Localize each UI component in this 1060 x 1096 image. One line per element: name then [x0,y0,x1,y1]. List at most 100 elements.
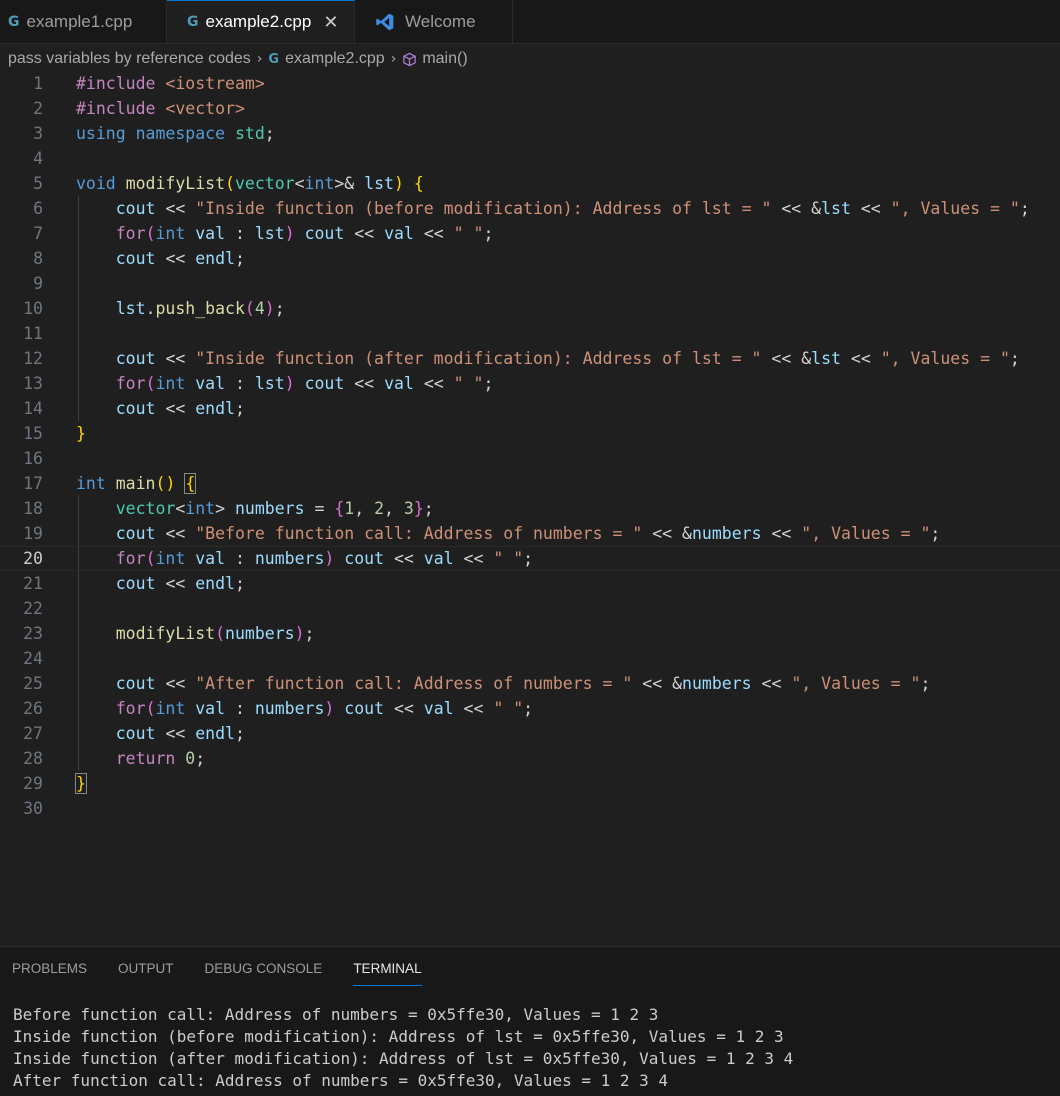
code-line[interactable]: 30 [0,796,1060,821]
code-text: cout << "Before function call: Address o… [115,524,941,543]
terminal-line: Inside function (before modification): A… [13,1027,784,1046]
code-text: void modifyList(vector<int>& lst) { [76,174,424,193]
code-line[interactable]: 9 [0,271,1060,296]
code-line[interactable]: 12 cout << "Inside function (after modif… [0,346,1060,371]
code-line[interactable]: 17 int main() { [0,471,1060,496]
line-number: 18 [23,499,43,518]
code-text: for(int val : lst) cout << val << " "; [115,224,494,243]
code-text: cout << endl; [115,249,245,268]
code-line[interactable]: 15} [0,421,1060,446]
code-line[interactable]: 24 [0,646,1060,671]
breadcrumb-file[interactable]: example2.cpp [285,50,385,68]
code-text: return 0; [115,749,206,768]
code-text: cout << "Inside function (after modifica… [115,349,1020,368]
line-number: 22 [23,599,43,618]
code-text: for(int val : numbers) cout << val << " … [115,699,534,718]
code-text: for(int val : lst) cout << val << " "; [115,374,494,393]
code-text: #include <iostream> [76,74,265,93]
code-line[interactable]: 28 return 0; [0,746,1060,771]
code-text: vector<int> numbers = {1, 2, 3}; [115,499,434,518]
tab-output[interactable]: OUTPUT [118,961,174,985]
line-number: 26 [23,699,43,718]
line-number: 21 [23,574,43,593]
breadcrumb-folder[interactable]: pass variables by reference codes [8,50,251,68]
code-text: #include <vector> [76,99,245,118]
line-number: 10 [23,299,43,318]
line-number: 4 [33,149,43,168]
terminal-line: Before function call: Address of numbers… [13,1005,659,1024]
code-line[interactable]: 5 void modifyList(vector<int>& lst) { [0,171,1060,196]
line-number: 30 [23,799,43,818]
tab-example2-cpp[interactable]: G example2.cpp ✕ [167,0,355,43]
code-text: int main() { [76,473,197,494]
close-icon[interactable]: ✕ [323,12,338,33]
line-number: 19 [23,524,43,543]
code-text: using namespace std; [76,124,275,143]
line-number: 3 [33,124,43,143]
code-line[interactable]: 29} [0,771,1060,796]
code-line[interactable]: 1 #include <iostream> [0,71,1060,96]
line-number: 8 [33,249,43,268]
editor-tab-bar: G example1.cpp G example2.cpp ✕ Welcome [0,0,1060,44]
panel-tabs: PROBLEMS OUTPUT DEBUG CONSOLE TERMINAL [12,961,453,986]
line-number: 27 [23,724,43,743]
tab-label: Welcome [405,11,476,31]
chevron-right-icon: › [256,51,263,67]
line-number: 12 [23,349,43,368]
tab-welcome[interactable]: Welcome [355,0,513,43]
code-line[interactable]: 23 modifyList(numbers); [0,621,1060,646]
code-line[interactable]: 18 vector<int> numbers = {1, 2, 3}; [0,496,1060,521]
line-number: 25 [23,674,43,693]
terminal-line: Inside function (after modification): Ad… [13,1049,794,1068]
code-line[interactable]: 20 for(int val : numbers) cout << val <<… [0,546,1060,571]
line-number: 1 [33,74,43,93]
code-line[interactable]: 22 [0,596,1060,621]
line-number: 11 [23,324,43,343]
line-number: 9 [33,274,43,293]
line-number: 28 [23,749,43,768]
code-line[interactable]: 13 for(int val : lst) cout << val << " "… [0,371,1060,396]
code-line[interactable]: 6 cout << "Inside function (before modif… [0,196,1060,221]
breadcrumb-symbol[interactable]: main() [422,50,467,68]
code-line[interactable]: 10 lst.push_back(4); [0,296,1060,321]
line-number: 20 [23,549,43,568]
chevron-right-icon: › [390,51,397,67]
c++-file-icon: G [8,13,20,30]
tab-terminal[interactable]: TERMINAL [353,961,422,986]
code-line[interactable]: 11 [0,321,1060,346]
line-number: 7 [33,224,43,243]
line-number: 2 [33,99,43,118]
method-cube-icon [403,52,417,66]
code-text: lst.push_back(4); [115,299,285,318]
code-line[interactable]: 8 cout << endl; [0,246,1060,271]
line-number: 16 [23,449,43,468]
code-line[interactable]: 14 cout << endl; [0,396,1060,421]
line-number: 6 [33,199,43,218]
code-editor[interactable]: 1 #include <iostream> 2 #include <vector> 3 u… [0,71,1060,946]
code-line[interactable]: 2 #include <vector> [0,96,1060,121]
code-line[interactable]: 3 using namespace std; [0,121,1060,146]
code-line[interactable]: 7 for(int val : lst) cout << val << " "; [0,221,1060,246]
code-line[interactable]: 21 cout << endl; [0,571,1060,596]
line-number: 5 [33,174,43,193]
code-text: for(int val : numbers) cout << val << " … [115,549,534,568]
line-number: 24 [23,649,43,668]
code-line[interactable]: 19 cout << "Before function call: Addres… [0,521,1060,546]
line-number: 23 [23,624,43,643]
breadcrumb: pass variables by reference codes › G ex… [0,46,468,72]
terminal-output[interactable]: Before function call: Address of numbers… [13,1004,793,1092]
tab-example1-cpp[interactable]: G example1.cpp [0,0,167,43]
code-text: } [75,773,87,794]
code-line[interactable]: 16 [0,446,1060,471]
code-line[interactable]: 26 for(int val : numbers) cout << val <<… [0,696,1060,721]
code-line[interactable]: 4 [0,146,1060,171]
code-line[interactable]: 25 cout << "After function call: Address… [0,671,1060,696]
code-text: cout << "After function call: Address of… [115,674,931,693]
tab-label: example2.cpp [205,12,312,31]
line-number: 17 [23,474,43,493]
bottom-panel: PROBLEMS OUTPUT DEBUG CONSOLE TERMINAL B… [0,946,1060,1096]
code-line[interactable]: 27 cout << endl; [0,721,1060,746]
tab-label: example1.cpp [26,11,133,31]
tab-debug-console[interactable]: DEBUG CONSOLE [205,961,323,985]
tab-problems[interactable]: PROBLEMS [12,961,87,985]
